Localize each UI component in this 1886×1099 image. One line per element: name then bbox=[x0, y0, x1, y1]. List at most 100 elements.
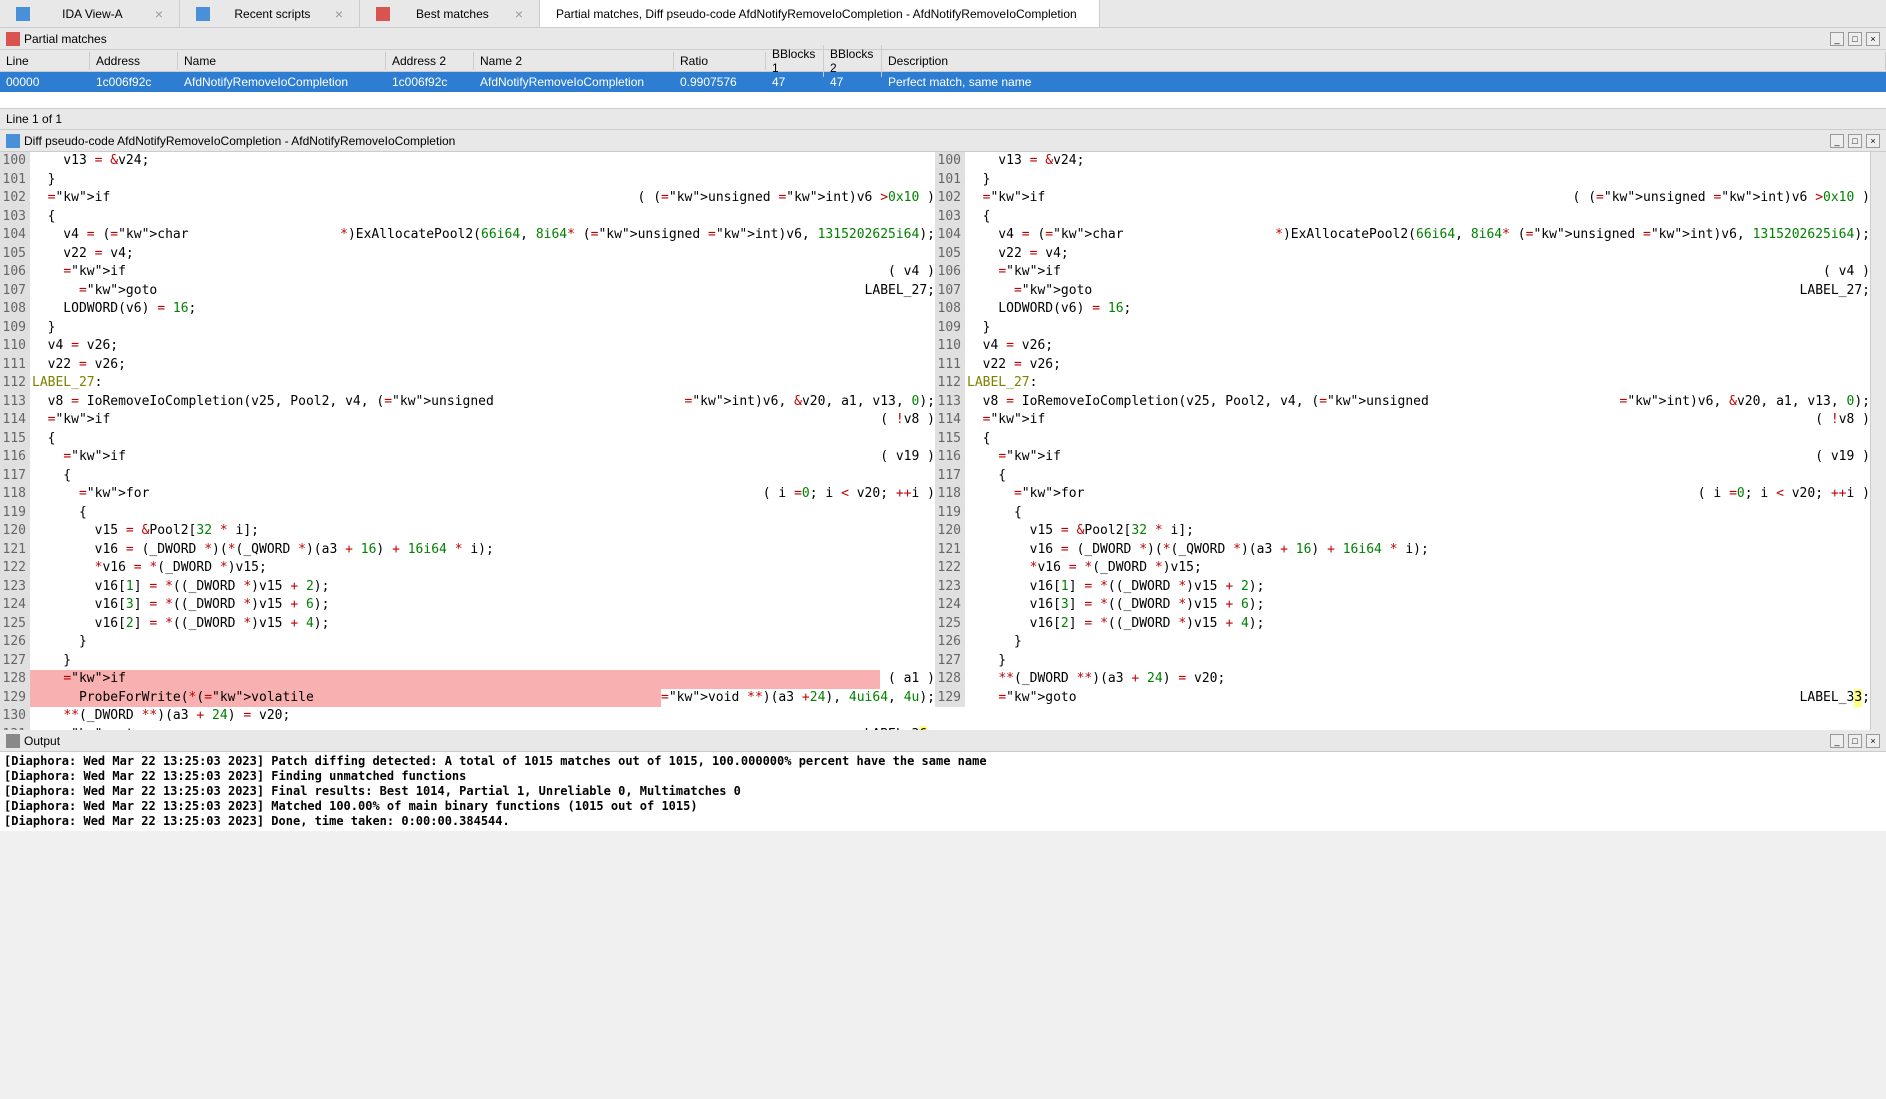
col-header-address[interactable]: Address bbox=[90, 52, 178, 70]
line-number: 104 bbox=[935, 226, 965, 245]
close-icon[interactable]: × bbox=[515, 6, 523, 22]
code-line[interactable]: 115 { bbox=[0, 430, 935, 449]
code-line[interactable]: 106 ="kw">if ( v4 ) bbox=[0, 263, 935, 282]
code-line[interactable]: 111 v22 = v26; bbox=[935, 356, 1870, 375]
code-line[interactable]: 112LABEL_27: bbox=[935, 374, 1870, 393]
close-icon[interactable]: × bbox=[155, 6, 163, 22]
code-line[interactable]: 118 ="kw">for ( i = 0; i < v20; ++i ) bbox=[0, 485, 935, 504]
minimize-button[interactable]: _ bbox=[1830, 734, 1844, 748]
close-button[interactable]: × bbox=[1866, 134, 1880, 148]
code-line[interactable]: 128 **(_DWORD **)(a3 + 24) = v20; bbox=[935, 670, 1870, 689]
col-header-description[interactable]: Description bbox=[882, 52, 1886, 70]
code-line[interactable]: 131 ="kw">goto LABEL_36; bbox=[0, 726, 935, 731]
tab-partial-matches-diff[interactable]: Partial matches, Diff pseudo-code AfdNot… bbox=[540, 0, 1100, 27]
diff-pane-right[interactable]: 100 v13 = &v24;101 }102 ="kw">if ( (="kw… bbox=[935, 152, 1870, 730]
tab-best-matches[interactable]: Best matches × bbox=[360, 0, 540, 27]
code-line[interactable]: 109 } bbox=[935, 319, 1870, 338]
code-line[interactable]: 117 { bbox=[0, 467, 935, 486]
code-line[interactable]: 101 } bbox=[0, 171, 935, 190]
col-header-ratio[interactable]: Ratio bbox=[674, 52, 766, 70]
code-line[interactable]: 117 { bbox=[935, 467, 1870, 486]
code-line[interactable]: 114 ="kw">if ( !v8 ) bbox=[935, 411, 1870, 430]
code-line[interactable]: 126 } bbox=[0, 633, 935, 652]
output-panel: [Diaphora: Wed Mar 22 13:25:03 2023] Pat… bbox=[0, 752, 1886, 831]
code-line[interactable]: 125 v16[2] = *((_DWORD *)v15 + 4); bbox=[0, 615, 935, 634]
code-line[interactable]: 112LABEL_27: bbox=[0, 374, 935, 393]
code-line[interactable]: 118 ="kw">for ( i = 0; i < v20; ++i ) bbox=[935, 485, 1870, 504]
tab-recent-scripts[interactable]: Recent scripts × bbox=[180, 0, 360, 27]
code-line[interactable]: 110 v4 = v26; bbox=[0, 337, 935, 356]
code-line[interactable]: 102 ="kw">if ( (="kw">unsigned ="kw">int… bbox=[935, 189, 1870, 208]
code-line[interactable]: 109 } bbox=[0, 319, 935, 338]
code-line[interactable]: 116 ="kw">if ( v19 ) bbox=[935, 448, 1870, 467]
code-line[interactable]: 105 v22 = v4; bbox=[935, 245, 1870, 264]
code-line[interactable]: 105 v22 = v4; bbox=[0, 245, 935, 264]
scrollbar[interactable] bbox=[1870, 152, 1886, 730]
code-line[interactable]: 128 ="kw">if ( a1 ) bbox=[0, 670, 935, 689]
code-line[interactable]: 120 v15 = &Pool2[32 * i]; bbox=[935, 522, 1870, 541]
col-header-address2[interactable]: Address 2 bbox=[386, 52, 474, 70]
code-line[interactable]: 115 { bbox=[935, 430, 1870, 449]
close-button[interactable]: × bbox=[1866, 32, 1880, 46]
table-row[interactable]: 00000 1c006f92c AfdNotifyRemoveIoComplet… bbox=[0, 72, 1886, 92]
code-line[interactable]: 130 **(_DWORD **)(a3 + 24) = v20; bbox=[0, 707, 935, 726]
code-line[interactable]: 125 v16[2] = *((_DWORD *)v15 + 4); bbox=[935, 615, 1870, 634]
code-line[interactable]: 119 { bbox=[0, 504, 935, 523]
code-line[interactable]: 127 } bbox=[935, 652, 1870, 671]
output-text[interactable]: [Diaphora: Wed Mar 22 13:25:03 2023] Pat… bbox=[0, 752, 1886, 831]
code-line[interactable]: 101 } bbox=[935, 171, 1870, 190]
minimize-button[interactable]: _ bbox=[1830, 32, 1844, 46]
code-line[interactable]: 122 *v16 = *(_DWORD *)v15; bbox=[0, 559, 935, 578]
minimize-button[interactable]: _ bbox=[1830, 134, 1844, 148]
code-line[interactable]: 103 { bbox=[935, 208, 1870, 227]
doc-icon bbox=[6, 134, 20, 148]
col-header-bblocks1[interactable]: BBlocks 1 bbox=[766, 45, 824, 77]
maximize-button[interactable]: □ bbox=[1848, 32, 1862, 46]
code-line[interactable]: 104 v4 = (="kw">char *)ExAllocatePool2(6… bbox=[935, 226, 1870, 245]
col-header-bblocks2[interactable]: BBlocks 2 bbox=[824, 45, 882, 77]
code-line[interactable]: 103 { bbox=[0, 208, 935, 227]
code-line[interactable]: 100 v13 = &v24; bbox=[935, 152, 1870, 171]
close-button[interactable]: × bbox=[1866, 734, 1880, 748]
line-number: 113 bbox=[0, 393, 30, 412]
code-line[interactable]: 123 v16[1] = *((_DWORD *)v15 + 2); bbox=[935, 578, 1870, 597]
code-line[interactable]: 126 } bbox=[935, 633, 1870, 652]
diff-panel-header: Diff pseudo-code AfdNotifyRemoveIoComple… bbox=[0, 130, 1886, 152]
code-line[interactable]: 113 v8 = IoRemoveIoCompletion(v25, Pool2… bbox=[0, 393, 935, 412]
code-line[interactable]: 129 ="kw">goto LABEL_33; bbox=[935, 689, 1870, 708]
code-line[interactable]: 107 ="kw">goto LABEL_27; bbox=[0, 282, 935, 301]
code-line[interactable]: 110 v4 = v26; bbox=[935, 337, 1870, 356]
code-line[interactable]: 119 { bbox=[935, 504, 1870, 523]
code-line[interactable]: 104 v4 = (="kw">char *)ExAllocatePool2(6… bbox=[0, 226, 935, 245]
diff-pane-left[interactable]: 100 v13 = &v24;101 }102 ="kw">if ( (="kw… bbox=[0, 152, 935, 730]
tab-ida-view[interactable]: IDA View-A × bbox=[0, 0, 180, 27]
col-header-line[interactable]: Line bbox=[0, 52, 90, 70]
code-line[interactable]: 113 v8 = IoRemoveIoCompletion(v25, Pool2… bbox=[935, 393, 1870, 412]
code-line[interactable]: 124 v16[3] = *((_DWORD *)v15 + 6); bbox=[0, 596, 935, 615]
col-header-name[interactable]: Name bbox=[178, 52, 386, 70]
maximize-button[interactable]: □ bbox=[1848, 734, 1862, 748]
code-line[interactable]: 114 ="kw">if ( !v8 ) bbox=[0, 411, 935, 430]
line-number: 116 bbox=[935, 448, 965, 467]
code-line[interactable]: 121 v16 = (_DWORD *)(*(_QWORD *)(a3 + 16… bbox=[0, 541, 935, 560]
code-line[interactable]: 129 ProbeForWrite(*(="kw">volatile ="kw"… bbox=[0, 689, 935, 708]
code-line[interactable]: 106 ="kw">if ( v4 ) bbox=[935, 263, 1870, 282]
col-header-name2[interactable]: Name 2 bbox=[474, 52, 674, 70]
code-line[interactable]: 108 LODWORD(v6) = 16; bbox=[0, 300, 935, 319]
close-icon[interactable]: × bbox=[335, 6, 343, 22]
cell-line: 00000 bbox=[0, 73, 90, 91]
code-line[interactable]: 102 ="kw">if ( (="kw">unsigned ="kw">int… bbox=[0, 189, 935, 208]
code-line[interactable]: 108 LODWORD(v6) = 16; bbox=[935, 300, 1870, 319]
code-line[interactable]: 107 ="kw">goto LABEL_27; bbox=[935, 282, 1870, 301]
code-line[interactable]: 123 v16[1] = *((_DWORD *)v15 + 2); bbox=[0, 578, 935, 597]
maximize-button[interactable]: □ bbox=[1848, 134, 1862, 148]
code-line[interactable]: 111 v22 = v26; bbox=[0, 356, 935, 375]
code-line[interactable]: 127 } bbox=[0, 652, 935, 671]
code-line[interactable]: 116 ="kw">if ( v19 ) bbox=[0, 448, 935, 467]
code-line[interactable]: 122 *v16 = *(_DWORD *)v15; bbox=[935, 559, 1870, 578]
code-line[interactable]: 124 v16[3] = *((_DWORD *)v15 + 6); bbox=[935, 596, 1870, 615]
code-line[interactable]: 121 v16 = (_DWORD *)(*(_QWORD *)(a3 + 16… bbox=[935, 541, 1870, 560]
code-line[interactable]: 100 v13 = &v24; bbox=[0, 152, 935, 171]
line-number: 123 bbox=[0, 578, 30, 597]
code-line[interactable]: 120 v15 = &Pool2[32 * i]; bbox=[0, 522, 935, 541]
